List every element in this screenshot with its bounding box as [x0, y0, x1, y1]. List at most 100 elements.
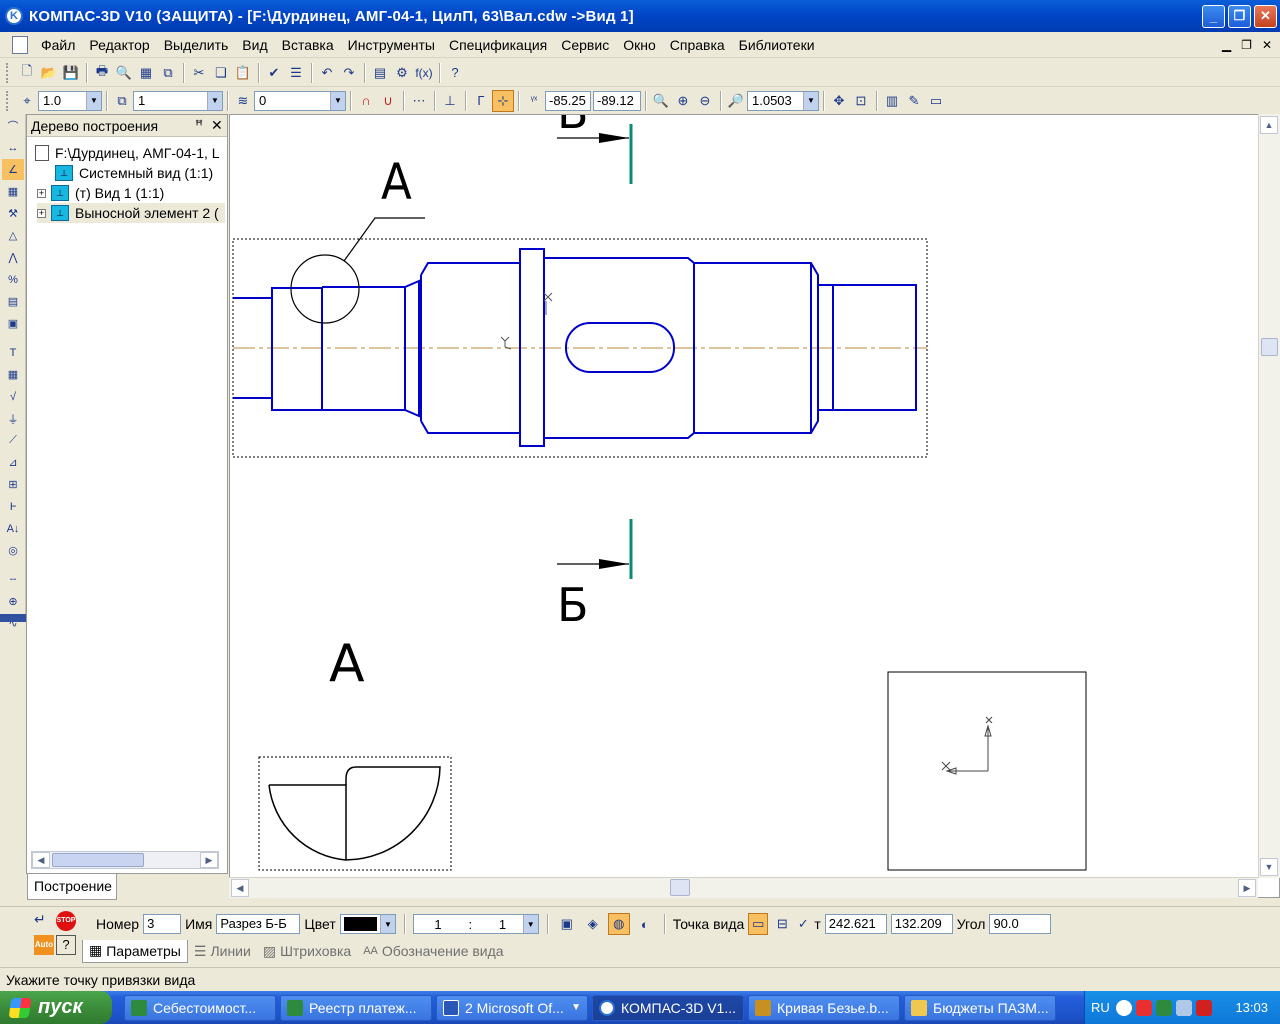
- new-document-icon[interactable]: 🗋: [16, 62, 38, 84]
- doc-minimize-icon[interactable]: ▁: [1222, 38, 1231, 52]
- menu-libraries[interactable]: Библиотеки: [732, 37, 822, 53]
- undo-icon[interactable]: ↶: [316, 62, 338, 84]
- panel-collapse-handle[interactable]: [0, 614, 26, 622]
- color-combo[interactable]: ▼: [339, 914, 396, 934]
- start-button[interactable]: пуск: [0, 991, 112, 1024]
- snap-magnet-icon[interactable]: ∩: [355, 90, 377, 112]
- tree-item-system-view[interactable]: ⊥ Системный вид (1:1): [55, 163, 213, 183]
- help-pointer-icon[interactable]: ?: [444, 62, 466, 84]
- step-icon[interactable]: ⌖: [16, 90, 38, 112]
- coord-icon[interactable]: ᵞˣ: [523, 90, 545, 112]
- dimensions-icon[interactable]: ↔: [2, 137, 24, 158]
- step-combo[interactable]: 1.0 ▼: [38, 90, 102, 111]
- view-style-icon[interactable]: ◈: [582, 913, 604, 935]
- point-fix-icon[interactable]: ⊟: [772, 913, 792, 935]
- copy-icon[interactable]: ❏: [210, 62, 232, 84]
- point-check-icon[interactable]: ✓: [796, 913, 810, 935]
- scroll-thumb[interactable]: [52, 853, 144, 867]
- tray-shield-icon[interactable]: [1195, 999, 1212, 1016]
- layer-combo[interactable]: 1 ▼: [133, 90, 223, 111]
- select-icon[interactable]: ⋀: [2, 247, 24, 268]
- cut-icon[interactable]: ✂: [188, 62, 210, 84]
- manager-icon[interactable]: ▤: [369, 62, 391, 84]
- chevron-down-icon[interactable]: ▼: [522, 915, 538, 933]
- geometry-icon[interactable]: ⌒: [2, 115, 24, 136]
- style-icon[interactable]: ≋: [232, 90, 254, 112]
- chevron-down-icon[interactable]: ▼: [330, 91, 345, 110]
- tab-construction[interactable]: Построение: [27, 874, 117, 900]
- scroll-right-icon[interactable]: ▶: [1238, 879, 1256, 897]
- designations-icon[interactable]: ∠: [2, 159, 24, 180]
- ugol-field[interactable]: 90.0: [989, 914, 1052, 934]
- tray-network-icon[interactable]: [1175, 999, 1192, 1016]
- assoc-views-icon[interactable]: %: [2, 269, 24, 290]
- minimize-button[interactable]: _: [1202, 4, 1225, 28]
- taskbar-btn-word[interactable]: 2 Microsoft Of... ▼: [436, 994, 588, 1021]
- coord-x-field[interactable]: -85.25: [545, 90, 591, 111]
- tab-hatching[interactable]: ▨ Штриховка: [257, 943, 357, 960]
- expand-icon[interactable]: +: [37, 208, 46, 218]
- list-icon[interactable]: ☰: [285, 62, 307, 84]
- snap-local-icon[interactable]: ∪: [377, 90, 399, 112]
- local-cs-icon[interactable]: ⊥: [439, 90, 461, 112]
- view-type-icon[interactable]: ▣: [556, 913, 578, 935]
- menu-insert[interactable]: Вставка: [275, 37, 341, 53]
- spec-icon[interactable]: ▤: [2, 291, 24, 312]
- taskbar-btn-folder[interactable]: Бюджеты ПАЗМ...: [904, 994, 1056, 1021]
- section-line-icon[interactable]: Ⱶ: [2, 496, 24, 517]
- scroll-down-icon[interactable]: ▼: [1260, 858, 1278, 876]
- tab-parameters[interactable]: ▦ Параметры: [82, 939, 188, 963]
- grid-icon[interactable]: ⋯: [408, 90, 430, 112]
- doc-close-icon[interactable]: ✕: [1262, 38, 1272, 52]
- save-icon[interactable]: 💾: [60, 62, 82, 84]
- menu-file[interactable]: Файл: [34, 37, 82, 53]
- brush-icon[interactable]: ✎: [903, 90, 925, 112]
- tray-excel-icon[interactable]: [1155, 999, 1172, 1016]
- tree-item-remote-element[interactable]: + ⊥ Выносной элемент 2 (: [37, 203, 225, 223]
- scale-combo[interactable]: 1 : 1 ▼: [412, 914, 539, 934]
- menu-editor[interactable]: Редактор: [82, 37, 156, 53]
- toolbar-grip-2[interactable]: [6, 90, 10, 111]
- menu-help[interactable]: Справка: [663, 37, 732, 53]
- auto-icon[interactable]: Auto: [34, 935, 54, 955]
- language-indicator[interactable]: RU: [1091, 1000, 1110, 1015]
- view-arrow-icon[interactable]: A↓: [2, 518, 24, 539]
- hatch-toggle-icon[interactable]: ◍: [607, 913, 630, 935]
- zoom-out-icon[interactable]: ⊖: [694, 90, 716, 112]
- zoom-combo[interactable]: 1.0503 ▼: [747, 90, 819, 111]
- chevron-down-icon[interactable]: ▼: [207, 91, 222, 110]
- tree-item-view1[interactable]: + ⊥ (т) Вид 1 (1:1): [37, 183, 164, 203]
- doc-restore-icon[interactable]: ❐: [1241, 38, 1252, 52]
- ortho-icon[interactable]: Γ: [470, 90, 492, 112]
- pan-icon[interactable]: ✥: [828, 90, 850, 112]
- chevron-down-icon[interactable]: ▼: [803, 91, 818, 110]
- zoom-window-icon[interactable]: 🔍: [650, 90, 672, 112]
- reports-icon[interactable]: ▣: [2, 313, 24, 334]
- nomer-field[interactable]: 3: [143, 914, 182, 934]
- snap-toggle-icon[interactable]: ⊹: [492, 89, 514, 112]
- zoom-scale-icon[interactable]: 🔎: [725, 90, 747, 112]
- position-icon[interactable]: ⊿: [2, 452, 24, 473]
- remote-element-icon[interactable]: ◎: [2, 540, 24, 561]
- expand-icon[interactable]: +: [37, 188, 46, 198]
- drawing-svg[interactable]: А Б Б А: [230, 115, 1259, 878]
- enter-icon[interactable]: ↵: [34, 911, 54, 931]
- menu-service[interactable]: Сервис: [554, 37, 616, 53]
- point-x-field[interactable]: 242.621: [824, 914, 887, 934]
- refresh-icon[interactable]: ▥: [881, 90, 903, 112]
- print-setup-icon[interactable]: ▦: [135, 62, 157, 84]
- scroll-left-icon[interactable]: ◀: [32, 852, 50, 868]
- maximize-button[interactable]: ❐: [1228, 4, 1251, 28]
- hscroll-thumb[interactable]: [670, 879, 690, 896]
- taskbar-btn-excel1[interactable]: Себестоимост...: [124, 994, 276, 1021]
- menu-select[interactable]: Выделить: [157, 37, 236, 53]
- properties-icon[interactable]: ✔: [263, 62, 285, 84]
- taskbar-btn-excel2[interactable]: Реестр платеж...: [280, 994, 432, 1021]
- tree-horizontal-scrollbar[interactable]: ◀ ▶: [31, 851, 219, 869]
- help-icon[interactable]: ?: [56, 935, 76, 955]
- table-icon[interactable]: ▦: [2, 364, 24, 385]
- measure-icon[interactable]: △: [2, 225, 24, 246]
- base-icon[interactable]: ⏚: [2, 408, 24, 429]
- fx-icon[interactable]: f(x): [413, 62, 435, 84]
- paste-icon[interactable]: 📋: [232, 62, 254, 84]
